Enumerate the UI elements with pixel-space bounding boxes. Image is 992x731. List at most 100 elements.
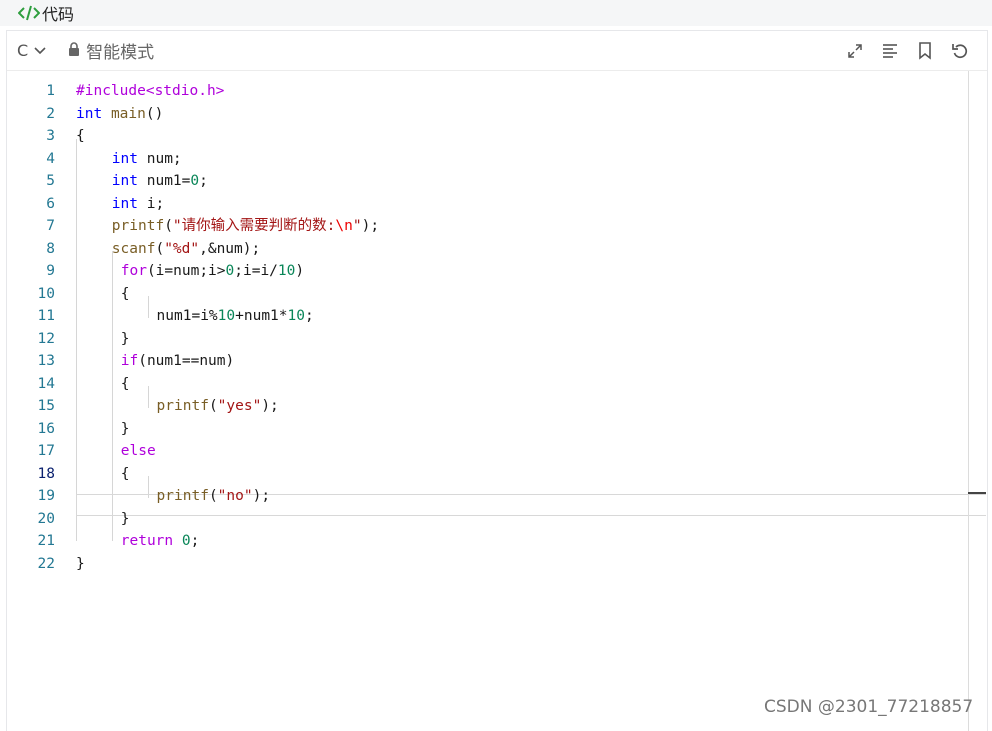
language-select[interactable]: C (17, 41, 46, 60)
indent-guide (148, 296, 149, 318)
code-text: } (121, 328, 130, 350)
code-token: ,&num); (199, 240, 261, 257)
smart-mode-indicator[interactable]: 智能模式 (68, 38, 154, 63)
code-token: ( (164, 218, 173, 234)
line-number: 20 (37, 510, 55, 527)
code-text: printf("no"); (157, 485, 271, 507)
line-number: 11 (37, 308, 55, 324)
line-number: 13 (37, 353, 55, 369)
code-area[interactable]: 1 #include<stdio.h> 2 int main() 3{4 int num;… (7, 71, 987, 731)
code-text: { (121, 463, 130, 485)
code-token: 10 (217, 308, 236, 324)
expand-icon[interactable] (837, 36, 872, 66)
code-token: 0 (225, 263, 235, 279)
code-text: { (121, 283, 130, 305)
code-text: printf("请你输入需要判断的数:\n"); (112, 215, 379, 237)
code-token: 10 (277, 263, 296, 279)
code-token: int (76, 105, 103, 122)
code-token: } (76, 555, 85, 572)
code-token: 10 (287, 308, 305, 324)
code-token: ); (361, 218, 380, 234)
code-token: { (120, 285, 130, 302)
line-number: 17 (37, 443, 55, 459)
vertical-ruler (968, 71, 969, 731)
line-number: 14 (37, 375, 55, 392)
code-token: "no" (217, 488, 253, 504)
code-token: ;i=i/ (234, 263, 278, 279)
code-token: "请你输入需要判断的数: (172, 218, 336, 234)
code-token: return (120, 533, 174, 549)
code-block-header: 代码 (0, 0, 992, 26)
code-token: printf (111, 218, 165, 234)
code-token: ); (261, 398, 279, 414)
code-token: " (352, 218, 362, 234)
code-text: if(num1==num) (121, 350, 235, 372)
line-number: 15 (37, 398, 55, 414)
code-token: main (110, 105, 146, 122)
code-token: "%d" (164, 240, 200, 257)
code-token: num1=i% (156, 308, 218, 324)
line-number: 7 (46, 218, 55, 234)
code-token: #include<stdio.h> (76, 83, 225, 99)
code-text: printf("yes"); (157, 395, 279, 417)
code-token: i; (138, 195, 165, 212)
scrollbar-marker[interactable] (968, 492, 986, 494)
code-editor: C 智能模式 1 #include<stdio.h> 2 int main() … (6, 30, 988, 731)
line-number: 19 (37, 488, 55, 504)
line-number: 18 (37, 465, 55, 482)
language-label: C (17, 41, 29, 60)
code-token: ) (295, 263, 305, 279)
code-text: } (121, 418, 130, 440)
code-token: int (111, 195, 138, 212)
line-number: 6 (46, 195, 55, 212)
code-token: 0 (181, 533, 191, 549)
code-token: num1= (138, 173, 191, 189)
mode-label: 智能模式 (86, 43, 155, 63)
code-token: } (120, 510, 130, 527)
code-token: { (120, 375, 130, 392)
code-text: } (76, 553, 85, 575)
watermark: CSDN @2301_77218857 (764, 697, 974, 717)
line-number: 22 (37, 555, 55, 572)
line-number: 9 (46, 263, 55, 279)
code-token: printf (156, 398, 209, 414)
indent-guide (76, 139, 77, 541)
code-text: int num1=0; (112, 170, 208, 192)
code-token: ( (155, 240, 165, 257)
lock-icon (68, 41, 80, 60)
code-token: ; (304, 308, 314, 324)
code-token: \n (335, 218, 353, 234)
code-token: ( (208, 488, 218, 504)
line-number: 3 (46, 128, 55, 144)
code-text: int i; (112, 193, 164, 215)
line-number: 5 (46, 173, 55, 189)
code-token: printf (156, 488, 209, 504)
code-token: (i=num;i> (146, 263, 226, 279)
code-token: ; (199, 173, 208, 189)
code-token: +num1* (235, 308, 288, 324)
toolbar-actions (837, 31, 977, 70)
code-token: { (120, 465, 130, 482)
code-text: num1=i%10+num1*10; (157, 305, 314, 327)
chevron-down-icon (34, 46, 46, 55)
code-token: ); (252, 488, 271, 504)
code-token: "yes" (217, 398, 262, 414)
line-number: 16 (37, 420, 55, 437)
undo-icon[interactable] (942, 36, 977, 66)
code-token: } (120, 420, 130, 437)
line-number: 21 (37, 533, 55, 549)
code-token: for (120, 263, 147, 279)
code-token: (num1==num) (138, 353, 235, 369)
code-token: int (111, 150, 138, 167)
code-icon (18, 4, 40, 22)
code-text: int num; (112, 148, 182, 170)
bookmark-icon[interactable] (907, 36, 942, 66)
code-token: if (120, 353, 139, 369)
code-text: #include<stdio.h> (76, 80, 224, 102)
code-text: int main() (76, 103, 163, 125)
format-icon[interactable] (872, 36, 907, 66)
code-token: } (120, 330, 130, 347)
code-token: ; (190, 533, 200, 549)
code-token: { (76, 128, 85, 144)
